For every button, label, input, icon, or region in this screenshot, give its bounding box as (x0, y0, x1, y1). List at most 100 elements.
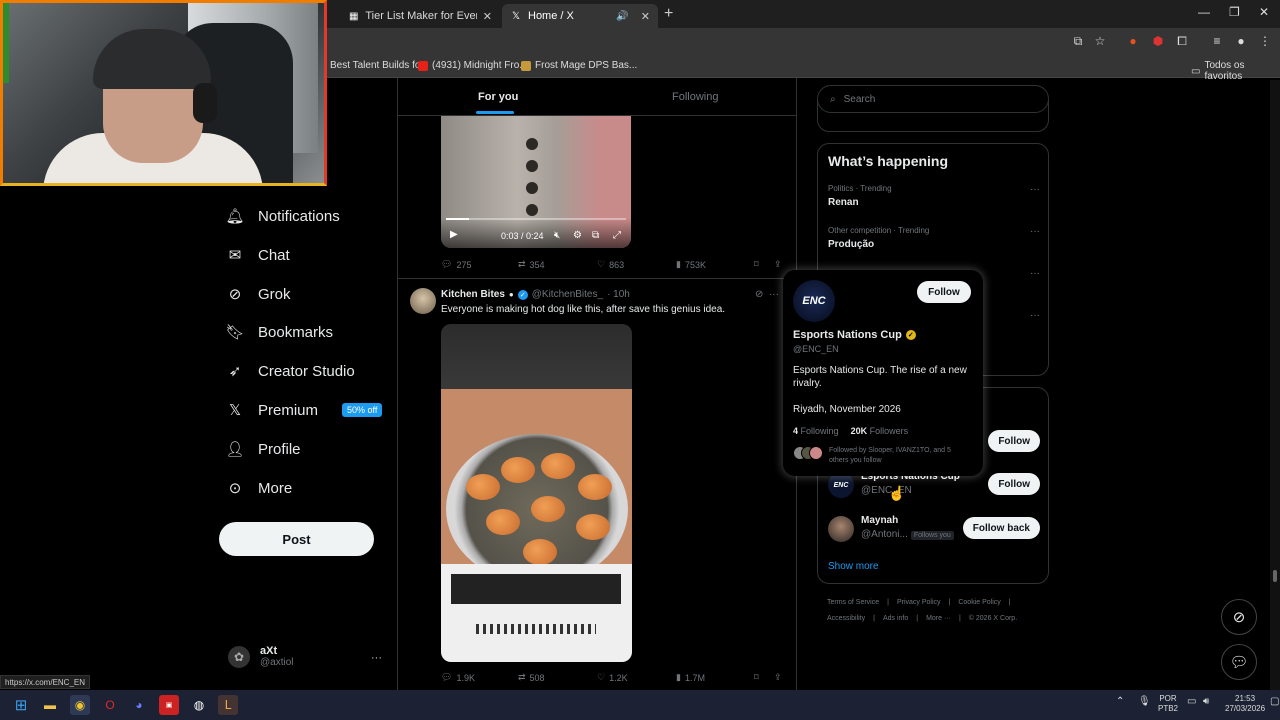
nav-chat[interactable]: ✉ Chat (226, 246, 290, 265)
views-button[interactable]: ▮ 753K (676, 259, 706, 270)
nav-notifications[interactable]: 🔔︎ Notifications (225, 207, 339, 226)
footer-link[interactable]: Cookie Policy (958, 599, 1000, 606)
file-explorer-icon[interactable]: ▬ (40, 695, 60, 715)
trend-item[interactable]: Politics · Trending Renan ··· (828, 184, 1040, 208)
share-icon[interactable]: ⇪ (774, 672, 782, 683)
footer-link[interactable]: Privacy Policy (897, 599, 941, 606)
app-icon[interactable]: ▣ (159, 695, 179, 715)
repost-button[interactable]: ⇄ 354 (518, 259, 545, 270)
profile-name[interactable]: Esports Nations Cup ✓ (793, 329, 916, 341)
restore-icon[interactable]: ❐ (1229, 5, 1240, 19)
chrome-icon[interactable]: ◉ (70, 695, 90, 715)
speaker-icon[interactable]: 🔊 (616, 11, 628, 22)
volume-icon[interactable]: 🔊︎ (1203, 697, 1209, 707)
all-bookmarks[interactable]: ▭ Todos os favoritos (1191, 60, 1280, 82)
steam-icon[interactable]: ◍ (189, 695, 209, 715)
footer-link[interactable]: Ads info (883, 615, 908, 622)
more-dots-icon[interactable]: ··· (371, 652, 382, 664)
profile-avatar-icon[interactable]: ● (1233, 34, 1249, 48)
app-icon[interactable]: ᒪ (218, 695, 238, 715)
settings-icon[interactable]: ⚙ (573, 230, 582, 241)
tab-tier-list[interactable]: ▦ Tier List Maker for Everything - ✕ (340, 4, 500, 28)
tab-home-x[interactable]: 𝕏 Home / X 🔊 ✕ (502, 4, 658, 28)
notification-icon[interactable]: ▢ (1270, 697, 1279, 707)
more-dots-icon[interactable]: ··· (769, 289, 779, 300)
nav-bookmarks[interactable]: 🔖︎ Bookmarks (225, 323, 333, 342)
pip-icon[interactable]: ⧉ (592, 230, 599, 241)
nav-premium[interactable]: 𝕏 Premium 50% off (226, 401, 383, 419)
bookmark-item[interactable]: (4931) Midnight Fro... (418, 60, 528, 71)
tweet-video[interactable]: ▶ 0:03 / 0:24 🔇︎ ⚙ ⧉ ⤢ (441, 116, 631, 248)
tab-following[interactable]: Following (672, 91, 718, 103)
repost-button[interactable]: ⇄ 508 (518, 672, 545, 683)
trend-item[interactable]: Other competition · Trending Produção ··… (828, 226, 1040, 250)
account-switcher[interactable]: ✿ aXt @axtiol (228, 645, 294, 668)
extension-fox-icon[interactable]: ● (1125, 34, 1141, 48)
close-window-icon[interactable]: ✕ (1259, 5, 1269, 19)
grok-icon[interactable]: ⊘ (755, 289, 763, 300)
windows-start-icon[interactable]: ⊞ (11, 695, 31, 715)
avatar[interactable]: ENC (793, 280, 835, 322)
tweet-menu[interactable]: ⊘ ··· (755, 289, 779, 300)
media-icon[interactable]: ≡ (1209, 34, 1225, 48)
like-button[interactable]: ♡ 1.2K (597, 672, 628, 683)
nav-grok[interactable]: ⊘ Grok (226, 285, 291, 304)
minimize-icon[interactable]: — (1198, 5, 1210, 19)
more-dots-icon[interactable]: ··· (1030, 226, 1040, 237)
video-progress-bar[interactable] (446, 218, 626, 220)
footer-link[interactable]: Terms of Service (827, 599, 879, 606)
reply-button[interactable]: 💬︎ 275 (441, 259, 471, 270)
messages-icon[interactable]: 💬︎ (1221, 644, 1257, 680)
opera-icon[interactable]: O (100, 695, 120, 715)
grok-icon[interactable]: ⊘ (1221, 599, 1257, 635)
fullscreen-icon[interactable]: ⤢ (613, 230, 621, 241)
avatar[interactable] (410, 288, 436, 314)
footer-link[interactable]: Accessibility (827, 615, 865, 622)
post-button[interactable]: Post (219, 522, 374, 556)
profile-handle[interactable]: @ENC_EN (793, 344, 839, 354)
bookmark-item[interactable]: Best Talent Builds fo... (330, 60, 429, 71)
discord-icon[interactable]: ◕ (129, 695, 149, 715)
reply-button[interactable]: 💬︎ 1.9K (441, 672, 475, 683)
follow-button[interactable]: Follow (988, 473, 1040, 495)
close-tab-icon[interactable]: ✕ (483, 10, 492, 23)
bookmark-icon[interactable]: ⌑ (754, 259, 759, 270)
tweet-time[interactable]: · 10h (607, 289, 630, 300)
search-input[interactable]: ⌕ Search (817, 85, 1049, 113)
followers-count[interactable]: 20K Followers (851, 426, 909, 436)
chevron-up-icon[interactable]: ⌃ (1116, 697, 1124, 707)
install-icon[interactable]: ⧉ (1070, 34, 1086, 49)
close-tab-icon[interactable]: ✕ (641, 10, 650, 23)
monitor-icon[interactable]: ▭ (1187, 697, 1196, 707)
follow-suggestion[interactable]: Maynah @Antoni... Follows you Follow back (828, 515, 1040, 545)
play-icon[interactable]: ▶ (450, 229, 458, 240)
bookmark-item[interactable]: Frost Mage DPS Bas... (521, 60, 637, 71)
follow-button[interactable]: Follow (917, 281, 971, 303)
author-handle[interactable]: @KitchenBites_ (532, 289, 603, 300)
follow-back-button[interactable]: Follow back (962, 517, 1040, 539)
follow-button[interactable]: Follow (988, 430, 1040, 452)
share-icon[interactable]: ⇪ (774, 259, 782, 270)
followed-by[interactable]: Followed by Slooper, IVANZ1TO, and 5 oth… (793, 446, 969, 466)
new-tab-button[interactable]: + (664, 5, 673, 23)
more-dots-icon[interactable]: ··· (1030, 310, 1040, 321)
menu-dots-icon[interactable]: ⋮ (1257, 34, 1273, 48)
mute-icon[interactable]: 🔇︎ (554, 230, 560, 241)
author-name[interactable]: Kitchen Bites (441, 289, 505, 300)
bookmark-icon[interactable]: ⌑ (754, 672, 759, 683)
nav-creator-studio[interactable]: ➶ Creator Studio (226, 362, 355, 381)
like-button[interactable]: ♡ 863 (597, 259, 624, 270)
star-icon[interactable]: ☆ (1092, 34, 1108, 48)
language-indicator[interactable]: POR PTB2 (1158, 694, 1178, 714)
extensions-icon[interactable]: ⧠ (1174, 34, 1190, 49)
views-button[interactable]: ▮ 1.7M (676, 672, 705, 683)
show-more-link[interactable]: Show more (828, 561, 879, 572)
clock[interactable]: 21:53 27/03/2026 (1225, 694, 1265, 714)
microphone-icon[interactable]: 🎙︎ (1138, 697, 1151, 707)
nav-more[interactable]: ⊙ More (226, 479, 292, 498)
nav-profile[interactable]: 👤︎ Profile (225, 440, 300, 459)
more-dots-icon[interactable]: ··· (1030, 184, 1040, 195)
scrollbar[interactable] (1270, 80, 1280, 690)
tab-for-you[interactable]: For you (478, 91, 518, 103)
footer-link[interactable]: More ··· (926, 615, 951, 622)
